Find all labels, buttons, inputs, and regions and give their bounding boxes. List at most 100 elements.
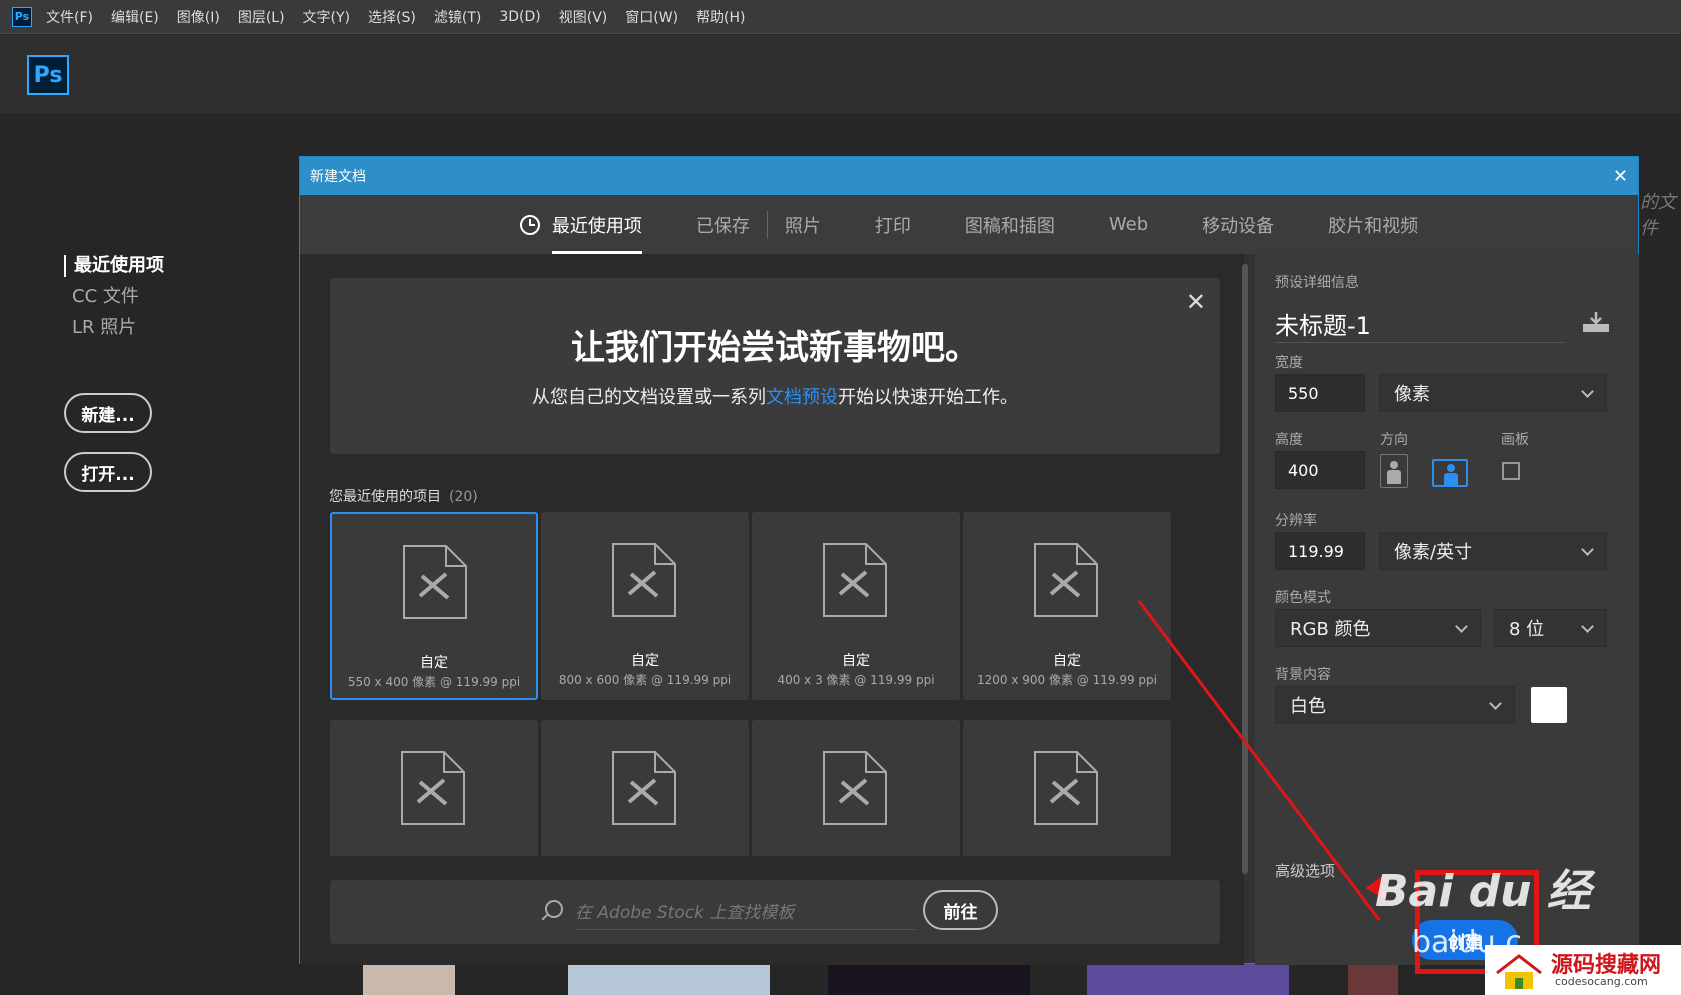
color-mode-select[interactable]: RGB 颜色 xyxy=(1275,609,1481,647)
menu-edit[interactable]: 编辑(E) xyxy=(111,7,159,27)
welcome-text: 从您自己的文档设置或一系列文档预设开始以快速开始工作。 xyxy=(330,383,1220,409)
background-value: 白色 xyxy=(1290,696,1326,717)
background-color-swatch[interactable] xyxy=(1531,687,1567,723)
document-icon xyxy=(612,751,676,825)
open-button[interactable]: 打开... xyxy=(64,452,152,492)
card-size: 800 x 600 像素 @ 119.99 ppi xyxy=(558,673,732,687)
welcome-heading: 让我们开始尝试新事物吧。 xyxy=(571,328,979,368)
home-left-nav: 最近使用项 CC 文件 LR 照片 xyxy=(64,255,164,348)
menu-image[interactable]: 图像(I) xyxy=(177,7,220,27)
menu-3d[interactable]: 3D(D) xyxy=(499,9,540,25)
document-icon xyxy=(1034,543,1098,617)
menu-type[interactable]: 文字(Y) xyxy=(303,7,350,27)
tab-mobile[interactable]: 移动设备 xyxy=(1202,195,1274,254)
portrait-person-icon xyxy=(1390,461,1398,469)
scrollbar[interactable] xyxy=(1242,264,1248,874)
background-label: 背景内容 xyxy=(1275,667,1331,683)
new-button[interactable]: 新建... xyxy=(64,393,152,433)
preset-details-label: 预设详细信息 xyxy=(1275,275,1359,291)
color-mode-value: RGB 颜色 xyxy=(1290,619,1371,640)
portrait-orientation-button[interactable] xyxy=(1380,454,1408,488)
save-preset-icon[interactable] xyxy=(1583,312,1609,332)
nav-recent[interactable]: 最近使用项 xyxy=(64,255,164,277)
menu-layer[interactable]: 图层(L) xyxy=(238,7,285,27)
menu-filter[interactable]: 滤镜(T) xyxy=(434,7,481,27)
card-size: 400 x 3 像素 @ 119.99 ppi xyxy=(777,673,935,687)
resolution-unit-value: 像素/英寸 xyxy=(1394,542,1473,563)
width-unit-select[interactable]: 像素 xyxy=(1379,374,1607,412)
nav-cc-files[interactable]: CC 文件 xyxy=(64,286,164,308)
tab-recent[interactable]: 最近使用项 xyxy=(519,195,642,254)
chevron-down-icon xyxy=(1489,696,1502,710)
stock-search-input[interactable] xyxy=(575,896,915,930)
card-name: 自定 xyxy=(1053,653,1081,669)
bit-depth-select[interactable]: 8 位 xyxy=(1494,609,1607,647)
advanced-options-toggle[interactable]: 高级选项 xyxy=(1275,860,1335,881)
card-name: 自定 xyxy=(420,655,448,671)
recent-card[interactable]: 自定 400 x 3 像素 @ 119.99 ppi xyxy=(752,512,960,700)
welcome-text-after: 开始以快速开始工作。 xyxy=(838,387,1018,408)
landscape-person-icon xyxy=(1447,464,1455,472)
recent-card[interactable] xyxy=(963,720,1171,856)
thumbnail-landscape xyxy=(568,964,770,995)
document-icon xyxy=(823,751,887,825)
recent-card[interactable]: 自定 800 x 600 像素 @ 119.99 ppi xyxy=(541,512,749,700)
landscape-body-icon xyxy=(1444,473,1458,487)
height-label: 高度 xyxy=(1275,432,1303,448)
menu-bar: Ps 文件(F) 编辑(E) 图像(I) 图层(L) 文字(Y) 选择(S) 滤… xyxy=(0,0,1681,34)
color-mode-label: 颜色模式 xyxy=(1275,590,1331,606)
width-unit-value: 像素 xyxy=(1394,384,1430,405)
nav-lr-photos[interactable]: LR 照片 xyxy=(64,317,164,339)
resolution-field[interactable]: 119.99 xyxy=(1275,532,1365,570)
baidu-watermark: Bai du 经 xyxy=(1375,866,1591,917)
new-document-dialog: 新建文档 ✕ 最近使用项 已保存 照片 打印 图稿和插图 Web 移动设备 胶片… xyxy=(299,156,1639,965)
resolution-label: 分辨率 xyxy=(1275,513,1317,529)
advanced-options-label: 高级选项 xyxy=(1275,862,1336,880)
tab-divider xyxy=(766,210,768,239)
recent-card[interactable] xyxy=(541,720,749,856)
artboard-label: 画板 xyxy=(1501,432,1529,448)
go-button[interactable]: 前往 xyxy=(923,890,998,930)
chevron-down-icon xyxy=(1581,542,1594,556)
height-field[interactable]: 400 xyxy=(1275,451,1365,489)
document-name[interactable]: 未标题-1 xyxy=(1275,306,1371,341)
adobe-stock-search: 前往 xyxy=(330,880,1220,944)
portrait-body-icon xyxy=(1387,470,1401,484)
card-name: 自定 xyxy=(842,653,870,669)
menu-file[interactable]: 文件(F) xyxy=(46,7,93,27)
menu-window[interactable]: 窗口(W) xyxy=(625,7,678,27)
tab-photo[interactable]: 照片 xyxy=(785,195,821,254)
thumbnail-portrait xyxy=(363,964,455,995)
site-watermark: 源码搜藏网 codesocang.com xyxy=(1485,945,1681,995)
close-icon[interactable]: ✕ xyxy=(1613,166,1628,187)
artboard-checkbox[interactable] xyxy=(1502,462,1520,480)
search-icon xyxy=(545,900,563,918)
tab-art-illustration[interactable]: 图稿和插图 xyxy=(965,195,1055,254)
chevron-down-icon xyxy=(1581,384,1594,398)
clock-icon xyxy=(519,214,540,235)
document-name-underline xyxy=(1275,342,1565,343)
tab-print[interactable]: 打印 xyxy=(875,195,911,254)
document-icon xyxy=(401,751,465,825)
tab-saved[interactable]: 已保存 xyxy=(696,195,750,254)
recent-card[interactable] xyxy=(752,720,960,856)
tab-film-video[interactable]: 胶片和视频 xyxy=(1328,195,1418,254)
background-select[interactable]: 白色 xyxy=(1275,686,1515,724)
width-field[interactable]: 550 xyxy=(1275,374,1365,412)
welcome-text-before: 从您自己的文档设置或一系列 xyxy=(532,387,766,408)
resolution-unit-select[interactable]: 像素/英寸 xyxy=(1379,532,1607,570)
tab-recent-label: 最近使用项 xyxy=(551,215,642,237)
banner-close-icon[interactable]: ✕ xyxy=(1186,288,1206,316)
menu-view[interactable]: 视图(V) xyxy=(559,7,608,27)
recent-card[interactable] xyxy=(330,720,538,856)
recent-card[interactable]: 自定 550 x 400 像素 @ 119.99 ppi xyxy=(330,512,538,700)
recent-items-title: 您最近使用的项目 xyxy=(329,489,441,505)
tab-web[interactable]: Web xyxy=(1109,195,1148,254)
menu-select[interactable]: 选择(S) xyxy=(368,7,416,27)
document-presets-link[interactable]: 文档预设 xyxy=(766,387,838,408)
dialog-titlebar: 新建文档 ✕ xyxy=(300,157,1638,195)
landscape-orientation-button[interactable] xyxy=(1432,459,1468,487)
menu-help[interactable]: 帮助(H) xyxy=(696,7,745,27)
thumbnail-red xyxy=(1348,964,1398,995)
background-text: 的文件 xyxy=(1640,192,1676,239)
